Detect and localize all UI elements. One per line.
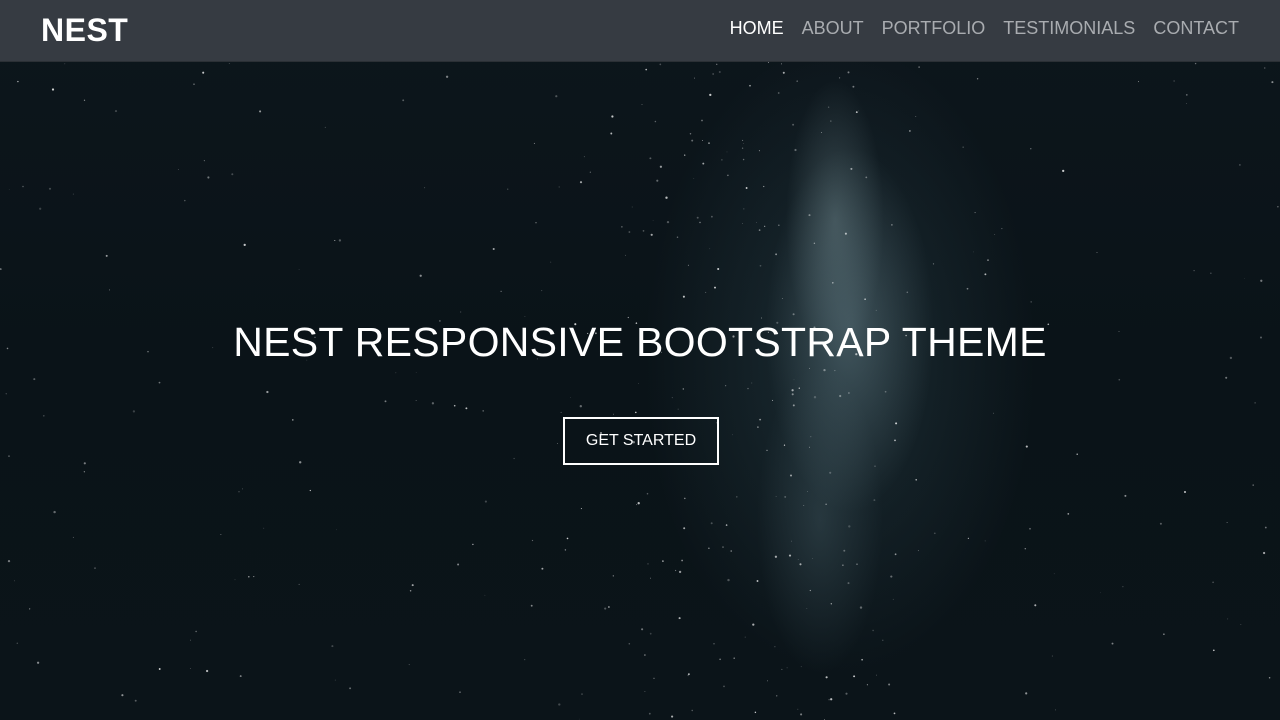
get-started-button[interactable]: GET STARTED [563, 417, 719, 465]
nav-link-testimonials[interactable]: TESTIMONIALS [1003, 17, 1135, 39]
nav-links: HOME ABOUT PORTFOLIO TESTIMONIALS CONTAC… [730, 17, 1239, 39]
nav-link-about[interactable]: ABOUT [802, 17, 864, 39]
nav-link-portfolio[interactable]: PORTFOLIO [882, 17, 986, 39]
brand-logo[interactable]: NEST [41, 12, 128, 49]
page: NEST HOME ABOUT PORTFOLIO TESTIMONIALS C… [0, 0, 1280, 720]
navbar: NEST HOME ABOUT PORTFOLIO TESTIMONIALS C… [0, 0, 1280, 62]
hero-title: NEST RESPONSIVE BOOTSTRAP THEME [233, 319, 1047, 365]
nav-link-home[interactable]: HOME [730, 17, 784, 39]
nav-link-contact[interactable]: CONTACT [1153, 17, 1239, 39]
